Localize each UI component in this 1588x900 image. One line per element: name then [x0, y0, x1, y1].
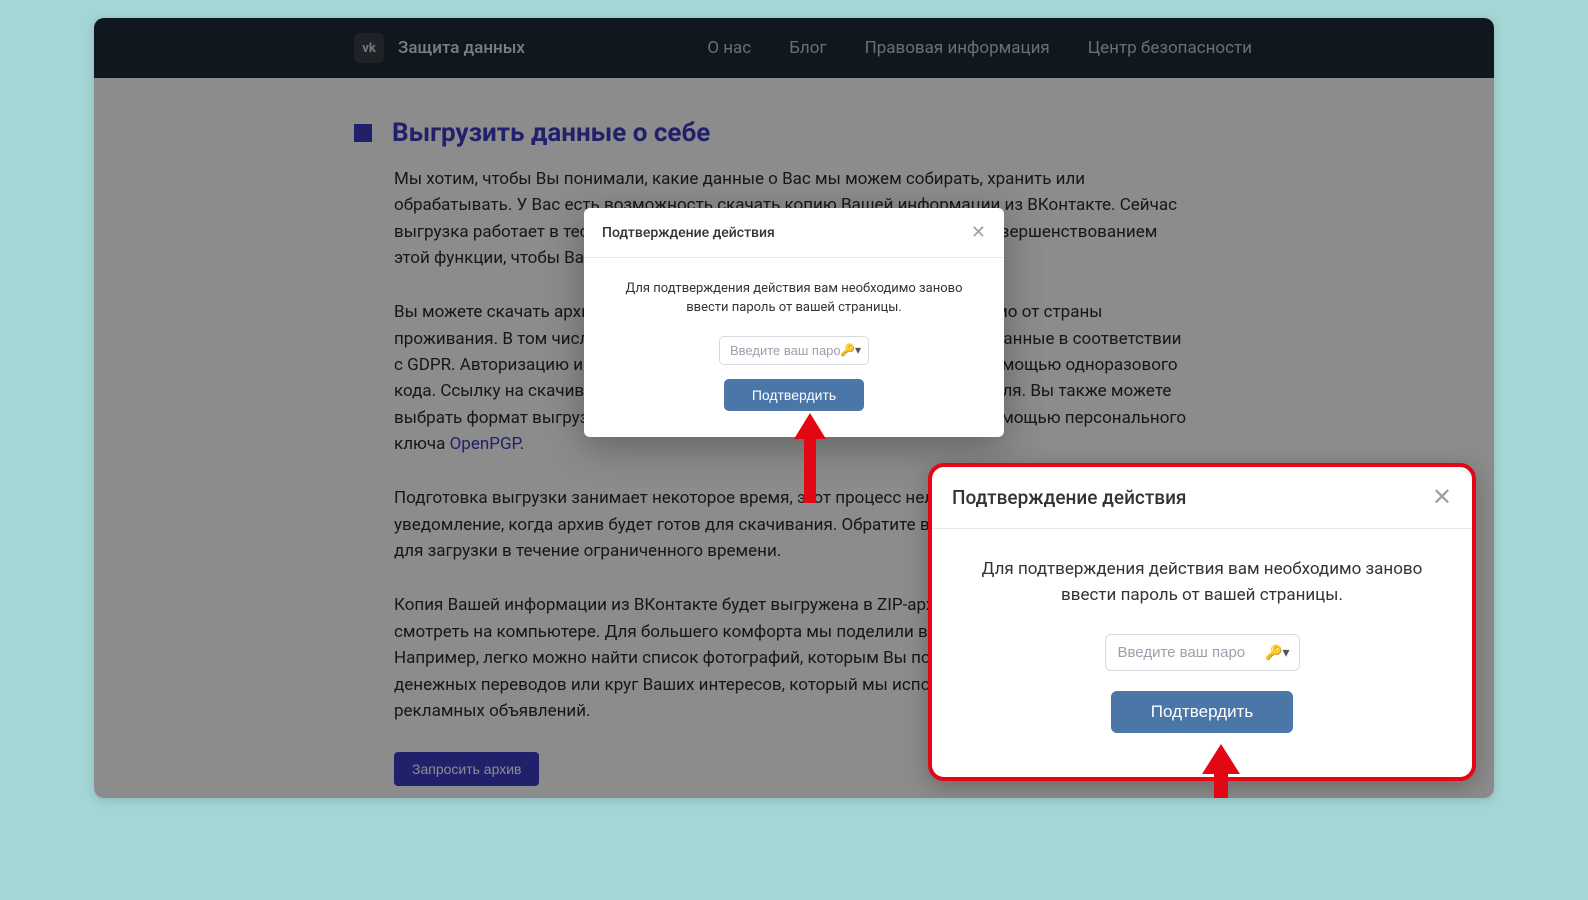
- dialog-title: Подтверждение действия: [602, 225, 775, 241]
- paragraph-2-tail: .: [520, 434, 524, 454]
- brand-title: Защита данных: [398, 38, 525, 58]
- key-icon: 🔑▾: [1265, 645, 1289, 661]
- request-archive-button[interactable]: Запросить архив: [394, 752, 539, 786]
- key-icon: 🔑▾: [840, 343, 861, 357]
- confirm-button[interactable]: Подтвердить: [724, 379, 864, 411]
- vk-logo-icon: vk: [354, 33, 384, 63]
- nav-legal[interactable]: Правовая информация: [865, 38, 1050, 58]
- nav-about[interactable]: О нас: [707, 38, 751, 58]
- nav-links: О нас Блог Правовая информация Центр без…: [707, 38, 1252, 58]
- nav-security[interactable]: Центр безопасности: [1088, 38, 1252, 58]
- page-title: Выгрузить данные о себе: [392, 118, 710, 148]
- dialog-message: Для подтверждения действия вам необходим…: [610, 280, 978, 318]
- close-icon[interactable]: ✕: [971, 222, 986, 243]
- openpgp-link[interactable]: OpenPGP: [450, 434, 520, 454]
- annotation-arrow-icon: [790, 413, 830, 503]
- dialog-zoom-message: Для подтверждения действия вам необходим…: [966, 557, 1438, 608]
- confirm-button-zoom[interactable]: Подтвердить: [1111, 691, 1293, 733]
- dialog-zoom-title: Подтверждение действия: [952, 486, 1186, 509]
- confirm-dialog-zoom: Подтверждение действия ✕ Для подтвержден…: [928, 463, 1476, 781]
- confirm-dialog: Подтверждение действия ✕ Для подтвержден…: [584, 208, 1004, 437]
- section-bullet-icon: [354, 124, 372, 142]
- annotation-arrow-icon: [1198, 744, 1244, 798]
- top-navbar: vk Защита данных О нас Блог Правовая инф…: [94, 18, 1494, 78]
- nav-blog[interactable]: Блог: [789, 38, 826, 58]
- close-icon[interactable]: ✕: [1432, 483, 1452, 512]
